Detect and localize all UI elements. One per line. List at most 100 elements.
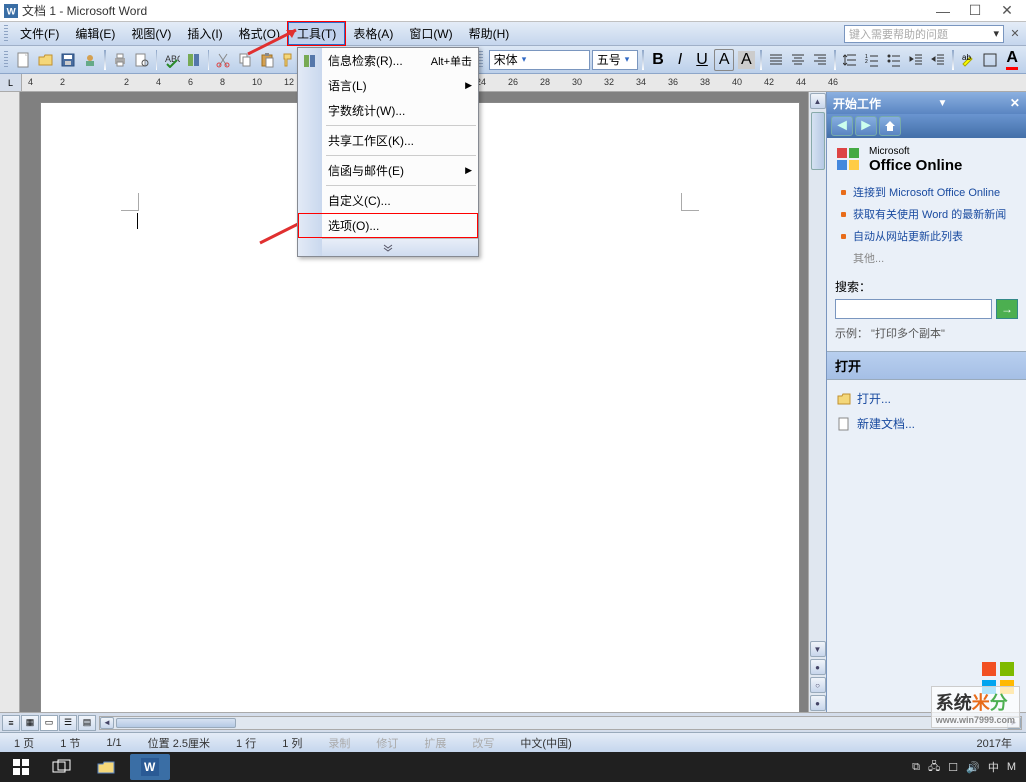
tray-ime2[interactable]: M bbox=[1007, 761, 1016, 773]
file-explorer-button[interactable] bbox=[86, 754, 126, 780]
menu-window[interactable]: 窗口(W) bbox=[401, 23, 460, 44]
task-view-button[interactable] bbox=[42, 754, 82, 780]
tray-notify-icon[interactable]: ☐ bbox=[948, 761, 958, 774]
bold-button[interactable]: B bbox=[648, 49, 668, 71]
forward-button[interactable]: ► bbox=[855, 116, 877, 136]
increase-indent-button[interactable] bbox=[928, 49, 948, 71]
menu-letters-mailings[interactable]: 信函与邮件(E)▶ bbox=[298, 158, 478, 183]
browse-next-button[interactable]: ● bbox=[810, 695, 826, 711]
menu-wordcount[interactable]: 字数统计(W)... bbox=[298, 98, 478, 123]
underline-button[interactable]: U bbox=[692, 49, 712, 71]
status-ovr[interactable]: 改写 bbox=[464, 735, 502, 751]
outline-view-button[interactable]: ☰ bbox=[59, 715, 77, 731]
align-justify-button[interactable] bbox=[766, 49, 786, 71]
font-size-combo[interactable]: 五号 bbox=[592, 50, 638, 70]
search-input[interactable] bbox=[835, 299, 992, 319]
status-rev[interactable]: 修订 bbox=[368, 735, 406, 751]
menu-research[interactable]: 信息检索(R)...Alt+单击 bbox=[298, 48, 478, 73]
print-view-button[interactable]: ▭ bbox=[40, 715, 58, 731]
maximize-button[interactable]: ☐ bbox=[968, 4, 982, 18]
align-right-button[interactable] bbox=[810, 49, 830, 71]
align-center-button[interactable] bbox=[788, 49, 808, 71]
bullets-button[interactable] bbox=[884, 49, 904, 71]
toolbar-handle-2[interactable] bbox=[4, 51, 8, 69]
cut-button[interactable] bbox=[213, 49, 233, 71]
scroll-up-button[interactable]: ▲ bbox=[810, 93, 826, 109]
menu-view[interactable]: 视图(V) bbox=[123, 23, 179, 44]
word-taskbar-button[interactable]: W bbox=[130, 754, 170, 780]
scroll-thumb[interactable] bbox=[811, 112, 825, 170]
back-button[interactable]: ◄ bbox=[831, 116, 853, 136]
help-search-box[interactable]: 键入需要帮助的问题 bbox=[844, 25, 1004, 43]
print-preview-button[interactable] bbox=[132, 49, 152, 71]
task-pane-dropdown-icon[interactable]: ▼ bbox=[938, 98, 948, 109]
menu-options[interactable]: 选项(O)... bbox=[298, 213, 478, 238]
print-button[interactable] bbox=[110, 49, 130, 71]
vertical-scrollbar[interactable]: ▲ ▼ ● ○ ● bbox=[808, 92, 826, 712]
research-button[interactable] bbox=[184, 49, 204, 71]
open-link[interactable]: 打开... bbox=[835, 386, 1018, 411]
menubar-close-icon[interactable]: ✕ bbox=[1008, 27, 1022, 41]
status-ext[interactable]: 扩展 bbox=[416, 735, 454, 751]
tp-link-update[interactable]: 自动从网站更新此列表 bbox=[839, 226, 1018, 248]
new-doc-button[interactable] bbox=[14, 49, 34, 71]
tp-link-news[interactable]: 获取有关使用 Word 的最新新闻 bbox=[839, 204, 1018, 226]
minimize-button[interactable]: — bbox=[936, 4, 950, 18]
menu-language[interactable]: 语言(L)▶ bbox=[298, 73, 478, 98]
start-button[interactable] bbox=[4, 754, 38, 780]
character-border-button[interactable]: A bbox=[714, 49, 734, 71]
tp-link-connect[interactable]: 连接到 Microsoft Office Online bbox=[839, 182, 1018, 204]
horizontal-ruler[interactable]: L 42246810121416182022242628303234363840… bbox=[0, 74, 1026, 92]
status-lang[interactable]: 中文(中国) bbox=[512, 735, 579, 751]
italic-button[interactable]: I bbox=[670, 49, 690, 71]
reading-view-button[interactable]: ▤ bbox=[78, 715, 96, 731]
menu-help[interactable]: 帮助(H) bbox=[461, 23, 518, 44]
tp-link-other[interactable]: 其他... bbox=[839, 248, 1018, 270]
crop-mark-icon bbox=[121, 193, 139, 211]
line-spacing-button[interactable] bbox=[840, 49, 860, 71]
character-shading-button[interactable]: A bbox=[736, 49, 756, 71]
menu-table[interactable]: 表格(A) bbox=[345, 23, 401, 44]
menu-customize[interactable]: 自定义(C)... bbox=[298, 188, 478, 213]
vertical-ruler[interactable] bbox=[0, 92, 20, 712]
browse-object-button[interactable]: ○ bbox=[810, 677, 826, 693]
horizontal-scrollbar[interactable]: ◄ ► bbox=[99, 716, 1022, 730]
scroll-left-button[interactable]: ◄ bbox=[100, 717, 114, 729]
status-rec[interactable]: 录制 bbox=[320, 735, 358, 751]
permission-button[interactable] bbox=[80, 49, 100, 71]
tray-icon[interactable]: ⧉ bbox=[912, 761, 920, 774]
spellcheck-button[interactable]: ABC bbox=[161, 49, 181, 71]
tray-network-icon[interactable]: 🖧 bbox=[928, 758, 940, 777]
border-button[interactable] bbox=[980, 49, 1000, 71]
font-color-button[interactable]: A bbox=[1002, 49, 1022, 71]
home-button[interactable] bbox=[879, 116, 901, 136]
tray-ime1[interactable]: 中 bbox=[988, 759, 999, 775]
search-go-button[interactable]: → bbox=[996, 299, 1018, 319]
new-doc-link[interactable]: 新建文档... bbox=[835, 411, 1018, 436]
svg-text:ABC: ABC bbox=[165, 54, 180, 64]
close-button[interactable]: ✕ bbox=[1000, 4, 1014, 18]
menu-edit[interactable]: 编辑(E) bbox=[67, 23, 123, 44]
svg-text:2: 2 bbox=[865, 59, 868, 65]
toolbar-handle[interactable] bbox=[4, 25, 8, 43]
save-button[interactable] bbox=[58, 49, 78, 71]
highlight-button[interactable]: ab bbox=[958, 49, 978, 71]
task-pane-close-icon[interactable]: ✕ bbox=[1010, 96, 1020, 110]
font-name-combo[interactable]: 宋体 bbox=[489, 50, 590, 70]
open-button[interactable] bbox=[36, 49, 56, 71]
normal-view-button[interactable]: ≡ bbox=[2, 715, 20, 731]
tray-volume-icon[interactable]: 🔊 bbox=[966, 761, 980, 774]
web-view-button[interactable]: ▦ bbox=[21, 715, 39, 731]
menu-expand-button[interactable] bbox=[298, 238, 478, 256]
menu-bar: 文件(F) 编辑(E) 视图(V) 插入(I) 格式(O) 工具(T) 表格(A… bbox=[0, 22, 1026, 46]
menu-file[interactable]: 文件(F) bbox=[12, 23, 67, 44]
scroll-thumb-h[interactable] bbox=[116, 718, 236, 728]
scroll-down-button[interactable]: ▼ bbox=[810, 641, 826, 657]
menu-insert[interactable]: 插入(I) bbox=[179, 23, 230, 44]
toolbar: ABC 宋体 五号 B I U A A 12 ab A bbox=[0, 46, 1026, 74]
numbering-button[interactable]: 12 bbox=[862, 49, 882, 71]
menu-shared-workspace[interactable]: 共享工作区(K)... bbox=[298, 128, 478, 153]
decrease-indent-button[interactable] bbox=[906, 49, 926, 71]
toolbar-handle-3[interactable] bbox=[479, 51, 483, 69]
browse-prev-button[interactable]: ● bbox=[810, 659, 826, 675]
